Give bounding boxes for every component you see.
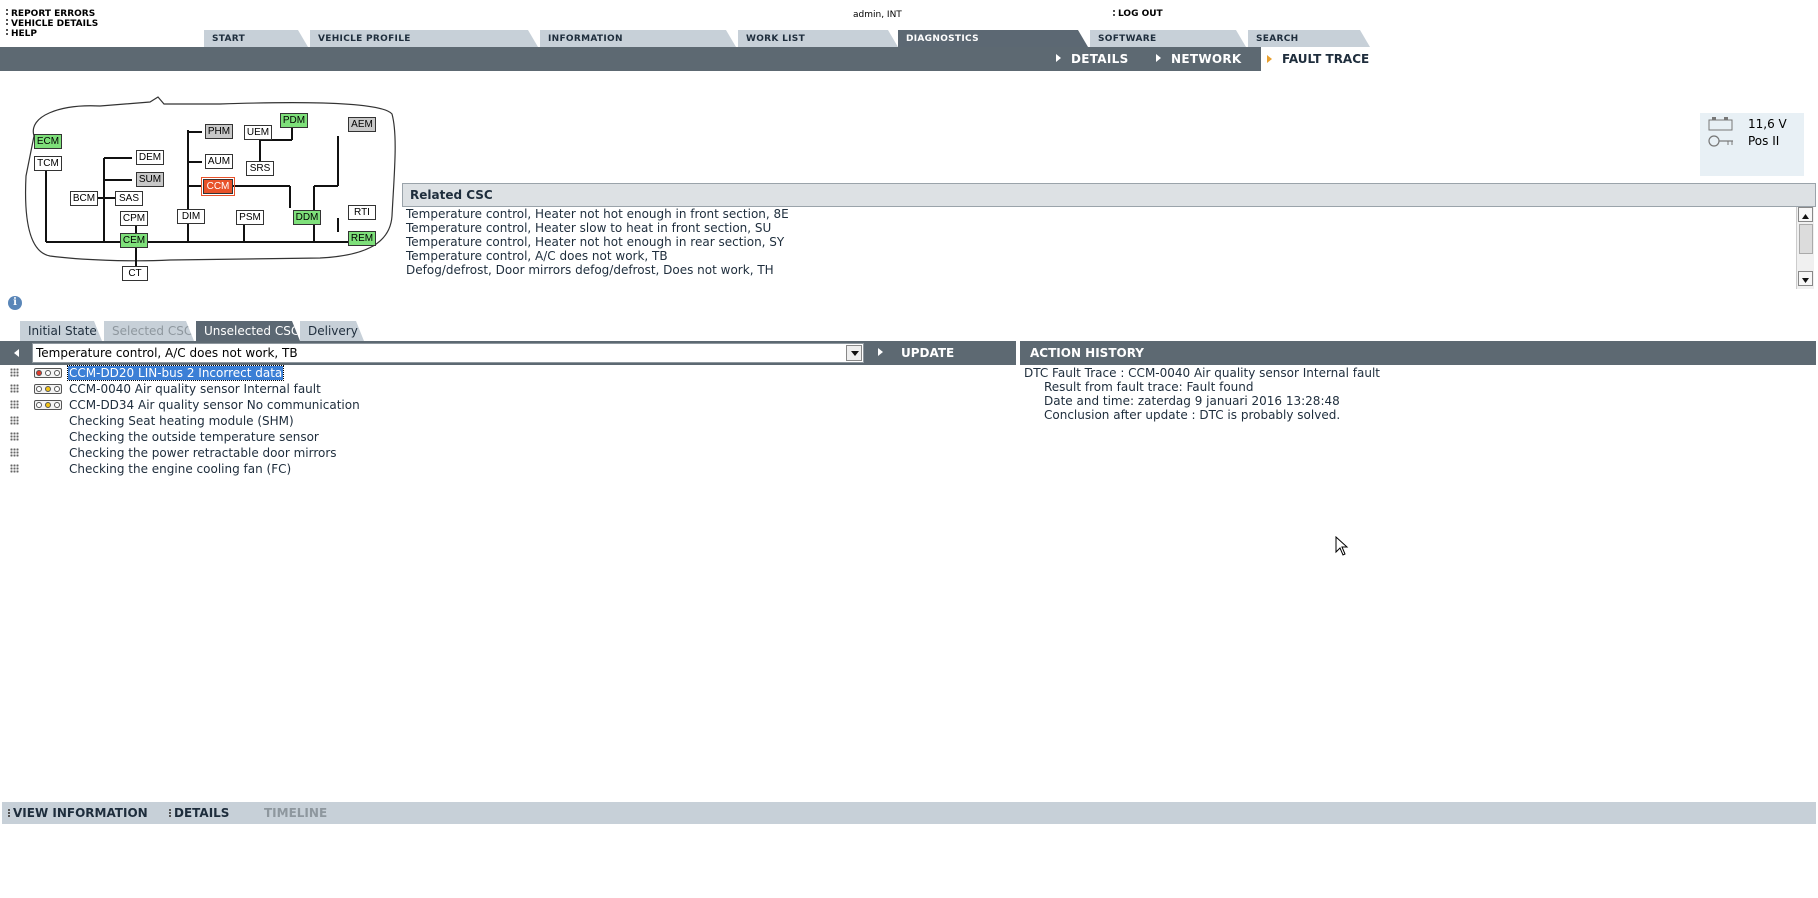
network-diagram: ECM TCM DEM SUM BCM SAS CPM CEM CT PHM A…: [20, 96, 396, 286]
tab-work-list[interactable]: WORK LIST: [738, 30, 898, 47]
tab-information[interactable]: INFORMATION: [540, 30, 736, 47]
vehicle-details-link[interactable]: VEHICLE DETAILS: [6, 19, 98, 29]
node-ecm[interactable]: ECM: [34, 134, 62, 149]
tab-software[interactable]: SOFTWARE: [1090, 30, 1246, 47]
node-aum[interactable]: AUM: [205, 154, 233, 169]
action-history: DTC Fault Trace : CCM-0040 Air quality s…: [1024, 366, 1380, 422]
view-information-button[interactable]: VIEW INFORMATION: [8, 806, 148, 820]
battery-voltage: 11,6 V: [1748, 117, 1787, 131]
related-csc-header: Related CSC: [402, 183, 1816, 207]
related-csc-scrollbar[interactable]: [1796, 207, 1814, 289]
drag-handle-icon[interactable]: [10, 416, 19, 425]
chevron-down-icon[interactable]: [846, 345, 862, 361]
fault-label[interactable]: CCM-DD20 LIN-bus 2 Incorrect data: [66, 365, 285, 381]
fault-label[interactable]: CCM-0040 Air quality sensor Internal fau…: [69, 382, 321, 396]
node-ccm[interactable]: CCM: [201, 177, 235, 196]
drag-handle-icon[interactable]: [10, 432, 19, 441]
related-csc-list: Temperature control, Heater not hot enou…: [406, 207, 789, 277]
diagnostics-subnav: DETAILS NETWORK FAULT TRACE: [0, 47, 1370, 71]
tab-diagnostics[interactable]: DIAGNOSTICS: [898, 30, 1088, 47]
back-arrow-icon[interactable]: [14, 349, 19, 357]
fault-label[interactable]: CCM-DD34 Air quality sensor No communica…: [69, 398, 360, 412]
node-ct[interactable]: CT: [122, 266, 148, 281]
help-link[interactable]: HELP: [6, 29, 98, 39]
drag-handle-icon[interactable]: [10, 464, 19, 473]
node-rti[interactable]: RTI: [348, 205, 376, 220]
node-pdm[interactable]: PDM: [280, 113, 308, 128]
user-label: admin, INT: [853, 10, 902, 20]
tab-start[interactable]: START: [204, 30, 308, 47]
logout-link[interactable]: LOG OUT: [1113, 9, 1163, 19]
related-csc-item[interactable]: Defog/defrost, Door mirrors defog/defros…: [406, 263, 789, 277]
subnav-fault-trace[interactable]: FAULT TRACE: [1261, 47, 1370, 71]
node-srs[interactable]: SRS: [246, 161, 274, 176]
node-dim[interactable]: DIM: [177, 209, 205, 224]
related-csc-item[interactable]: Temperature control, Heater slow to heat…: [406, 221, 789, 235]
subnav-network[interactable]: NETWORK: [1156, 52, 1242, 66]
node-sum[interactable]: SUM: [136, 172, 164, 187]
action-history-header: ACTION HISTORY: [1020, 341, 1816, 365]
node-cem[interactable]: CEM: [120, 233, 148, 248]
battery-icon: [1708, 117, 1734, 131]
details-button[interactable]: DETAILS: [169, 806, 229, 820]
info-icon[interactable]: i: [8, 296, 22, 310]
fault-label[interactable]: Checking the outside temperature sensor: [69, 430, 319, 444]
bottom-toolbar: VIEW INFORMATION DETAILS TIMELINE: [2, 802, 1816, 824]
node-rem[interactable]: REM: [348, 231, 376, 246]
triangle-right-icon: [1156, 54, 1161, 62]
subtab-unselected-csc[interactable]: Unselected CSC: [196, 321, 300, 341]
node-uem[interactable]: UEM: [244, 125, 272, 140]
csc-select[interactable]: Temperature control, A/C does not work, …: [32, 343, 864, 363]
fault-label[interactable]: Checking Seat heating module (SHM): [69, 414, 294, 428]
drag-handle-icon[interactable]: [10, 368, 19, 377]
node-aem[interactable]: AEM: [348, 117, 376, 132]
scroll-down-button[interactable]: [1798, 271, 1813, 286]
node-sas[interactable]: SAS: [115, 191, 143, 206]
fault-label[interactable]: Checking the power retractable door mirr…: [69, 446, 337, 460]
node-phm[interactable]: PHM: [205, 124, 233, 139]
history-title: DTC Fault Trace : CCM-0040 Air quality s…: [1024, 366, 1380, 380]
drag-handle-icon[interactable]: [10, 448, 19, 457]
related-csc-item[interactable]: Temperature control, Heater not hot enou…: [406, 235, 789, 249]
traffic-light-icon: [34, 384, 62, 394]
traffic-light-icon: [34, 368, 62, 378]
drag-handle-icon[interactable]: [10, 400, 19, 409]
tab-vehicle-profile[interactable]: VEHICLE PROFILE: [310, 30, 538, 47]
history-result: Result from fault trace: Fault found: [1044, 380, 1254, 394]
history-conclusion: Conclusion after update : DTC is probabl…: [1044, 408, 1341, 422]
history-datetime: Date and time: zaterdag 9 januari 2016 1…: [1044, 394, 1340, 408]
update-button[interactable]: UPDATE: [878, 346, 954, 360]
scroll-up-button[interactable]: [1798, 207, 1813, 222]
key-icon: [1708, 134, 1734, 148]
node-dem[interactable]: DEM: [136, 150, 164, 165]
fault-label[interactable]: Checking the engine cooling fan (FC): [69, 462, 291, 476]
battery-status: 11,6 V Pos II: [1700, 113, 1804, 176]
top-links: REPORT ERRORS VEHICLE DETAILS HELP: [6, 9, 98, 39]
mouse-cursor-icon: [1335, 536, 1349, 556]
ignition-position: Pos II: [1748, 134, 1780, 148]
subtab-selected-csc[interactable]: Selected CSC: [104, 321, 194, 341]
node-cpm[interactable]: CPM: [120, 211, 148, 226]
tab-search[interactable]: SEARCH: [1248, 30, 1370, 47]
subnav-details[interactable]: DETAILS: [1056, 52, 1129, 66]
node-psm[interactable]: PSM: [236, 210, 264, 225]
triangle-right-icon: [1056, 54, 1061, 62]
node-tcm[interactable]: TCM: [34, 156, 62, 171]
triangle-right-icon: [878, 348, 883, 356]
node-bcm[interactable]: BCM: [70, 191, 98, 206]
subtab-initial-state[interactable]: Initial State: [20, 321, 102, 341]
drag-handle-icon[interactable]: [10, 384, 19, 393]
triangle-right-icon: [1267, 55, 1272, 63]
node-ddm[interactable]: DDM: [293, 210, 321, 225]
related-csc-item[interactable]: Temperature control, A/C does not work, …: [406, 249, 789, 263]
timeline-button[interactable]: TIMELINE: [264, 806, 327, 820]
traffic-light-icon: [34, 400, 62, 410]
scroll-thumb[interactable]: [1799, 224, 1813, 254]
subtab-delivery[interactable]: Delivery: [300, 321, 364, 341]
report-errors-link[interactable]: REPORT ERRORS: [6, 9, 98, 19]
related-csc-item[interactable]: Temperature control, Heater not hot enou…: [406, 207, 789, 221]
